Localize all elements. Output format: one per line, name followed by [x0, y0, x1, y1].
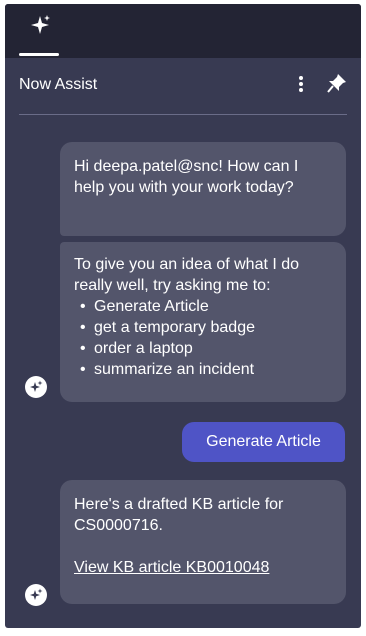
assistant-message: To give you an idea of what I do really … — [60, 242, 346, 402]
assistant-message: Hi deepa.patel@snc! How can I help you w… — [60, 142, 346, 236]
suggestion-item: summarize an incident — [80, 359, 332, 380]
sparkle-icon — [31, 15, 50, 34]
message-text: Hi deepa.patel@snc! How can I help you w… — [74, 158, 299, 196]
sparkle-icon — [30, 588, 43, 600]
panel-title: Now Assist — [19, 76, 98, 93]
user-message: Generate Article — [182, 422, 345, 462]
suggestion-item: Generate Article — [80, 296, 332, 317]
sparkle-icon — [30, 380, 43, 392]
suggestion-list: Generate Article get a temporary badge o… — [74, 296, 332, 380]
more-options-icon[interactable] — [293, 72, 309, 96]
assistant-avatar — [25, 584, 47, 606]
message-text: To give you an idea of what I do really … — [74, 256, 300, 294]
kb-article-link[interactable]: View KB article KB0010048 — [74, 557, 269, 578]
panel-header: Now Assist — [5, 58, 361, 114]
assistant-message: Here's a drafted KB article for CS000071… — [60, 480, 346, 604]
header-divider — [19, 114, 347, 115]
message-text: Here's a drafted KB article for CS000071… — [74, 496, 284, 534]
suggestion-item: order a laptop — [80, 338, 332, 359]
assistant-avatar — [25, 376, 47, 398]
panel-tab-bar — [5, 4, 361, 58]
now-assist-panel: Now Assist Hi deepa.patel@snc! How can I… — [5, 4, 361, 628]
tab-now-assist[interactable] — [19, 4, 59, 58]
pin-icon[interactable] — [327, 73, 347, 93]
active-tab-indicator — [19, 53, 59, 56]
suggestion-item: get a temporary badge — [80, 317, 332, 338]
